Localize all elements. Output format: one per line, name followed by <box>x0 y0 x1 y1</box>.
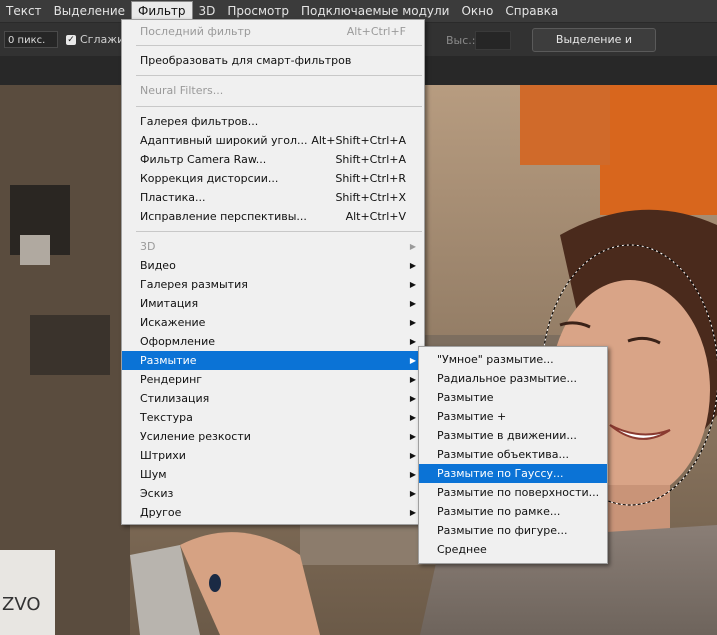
menu-item-filter-gallery[interactable]: Галерея фильтров... <box>122 112 424 131</box>
submenu-arrow-icon: ▶ <box>409 337 416 346</box>
menu-item-other[interactable]: Другое ▶ <box>122 503 424 522</box>
menu-item-render[interactable]: Рендеринг ▶ <box>122 370 424 389</box>
menu-item-texture[interactable]: Текстура ▶ <box>122 408 424 427</box>
menu-item-3d[interactable]: 3D ▶ <box>122 237 424 256</box>
submenu-item-gaussian-blur[interactable]: Размытие по Гауссу... <box>419 464 607 483</box>
menu-item-camera-raw[interactable]: Фильтр Camera Raw... Shift+Ctrl+A <box>122 150 424 169</box>
menu-item-stylize[interactable]: Стилизация ▶ <box>122 389 424 408</box>
submenu-arrow-icon: ▶ <box>409 470 416 479</box>
menu-separator <box>136 106 422 107</box>
menu-item-adaptive-wide-angle[interactable]: Адаптивный широкий угол... Alt+Shift+Ctr… <box>122 131 424 150</box>
height-input[interactable] <box>475 31 511 50</box>
menu-separator <box>136 231 422 232</box>
feather-input[interactable]: 0 пикс. <box>4 31 58 48</box>
submenu-item-surface-blur[interactable]: Размытие по поверхности... <box>419 483 607 502</box>
height-label: Выс.: <box>446 34 476 47</box>
menu-plugins[interactable]: Подключаемые модули <box>295 1 456 21</box>
submenu-arrow-icon: ▶ <box>409 394 416 403</box>
submenu-arrow-icon: ▶ <box>409 356 416 365</box>
submenu-arrow-icon: ▶ <box>409 261 416 270</box>
submenu-item-lens-blur[interactable]: Размытие объектива... <box>419 445 607 464</box>
blur-submenu: "Умное" размытие... Радиальное размытие.… <box>418 346 608 564</box>
menu-select[interactable]: Выделение <box>48 1 131 21</box>
menu-item-convert-smart[interactable]: Преобразовать для смарт-фильтров <box>122 51 424 70</box>
cup-logo-text: ZVO <box>2 594 41 615</box>
menu-text[interactable]: Текст <box>0 1 48 21</box>
menu-item-liquify[interactable]: Пластика... Shift+Ctrl+X <box>122 188 424 207</box>
submenu-item-motion-blur[interactable]: Размытие в движении... <box>419 426 607 445</box>
submenu-arrow-icon: ▶ <box>409 432 416 441</box>
submenu-arrow-icon: ▶ <box>409 375 416 384</box>
menu-item-blur-gallery[interactable]: Галерея размытия ▶ <box>122 275 424 294</box>
select-and-mask-button[interactable]: Выделение и маска... <box>532 28 656 68</box>
submenu-arrow-icon: ▶ <box>409 280 416 289</box>
menu-item-artistic[interactable]: Имитация ▶ <box>122 294 424 313</box>
submenu-item-blur-more[interactable]: Размытие + <box>419 407 607 426</box>
menu-item-sharpen[interactable]: Усиление резкости ▶ <box>122 427 424 446</box>
menu-help[interactable]: Справка <box>499 1 564 21</box>
menu-filter[interactable]: Фильтр <box>131 1 193 21</box>
submenu-arrow-icon: ▶ <box>409 451 416 460</box>
menu-item-blur[interactable]: Размытие ▶ <box>122 351 424 370</box>
menu-item-noise[interactable]: Шум ▶ <box>122 465 424 484</box>
submenu-arrow-icon: ▶ <box>409 413 416 422</box>
menu-item-neural-filters[interactable]: Neural Filters... <box>122 81 424 100</box>
menu-separator <box>136 45 422 46</box>
menu-item-last-filter[interactable]: Последний фильтр Alt+Ctrl+F <box>122 22 424 41</box>
submenu-arrow-icon: ▶ <box>409 242 416 251</box>
filter-menu: Последний фильтр Alt+Ctrl+F Преобразоват… <box>121 19 425 525</box>
menu-item-brush-strokes[interactable]: Штрихи ▶ <box>122 446 424 465</box>
menu-item-pixelate[interactable]: Оформление ▶ <box>122 332 424 351</box>
menu-item-video[interactable]: Видео ▶ <box>122 256 424 275</box>
menu-item-distort[interactable]: Искажение ▶ <box>122 313 424 332</box>
menu-window[interactable]: Окно <box>455 1 499 21</box>
submenu-arrow-icon: ▶ <box>409 318 416 327</box>
submenu-arrow-icon: ▶ <box>409 489 416 498</box>
menu-separator <box>136 75 422 76</box>
submenu-arrow-icon: ▶ <box>409 508 416 517</box>
menu-view[interactable]: Просмотр <box>221 1 295 21</box>
antialias-checkbox[interactable]: ✓ <box>66 35 76 45</box>
menu-item-vanishing-point[interactable]: Исправление перспективы... Alt+Ctrl+V <box>122 207 424 226</box>
submenu-item-radial-blur[interactable]: Радиальное размытие... <box>419 369 607 388</box>
menu-item-sketch[interactable]: Эскиз ▶ <box>122 484 424 503</box>
submenu-item-box-blur[interactable]: Размытие по рамке... <box>419 502 607 521</box>
submenu-item-shape-blur[interactable]: Размытие по фигуре... <box>419 521 607 540</box>
menu-3d[interactable]: 3D <box>193 1 222 21</box>
submenu-item-average[interactable]: Среднее <box>419 540 607 559</box>
submenu-item-blur[interactable]: Размытие <box>419 388 607 407</box>
menu-item-lens-correction[interactable]: Коррекция дисторсии... Shift+Ctrl+R <box>122 169 424 188</box>
submenu-arrow-icon: ▶ <box>409 299 416 308</box>
submenu-item-smart-blur[interactable]: "Умное" размытие... <box>419 350 607 369</box>
